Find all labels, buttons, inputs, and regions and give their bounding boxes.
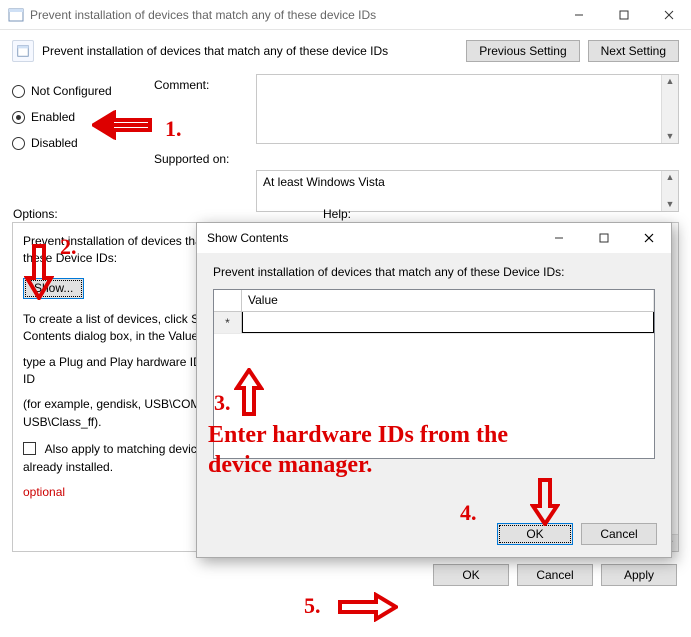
window-maximize-button[interactable] xyxy=(601,0,646,30)
window-title: Prevent installation of devices that mat… xyxy=(30,8,556,22)
comment-label: Comment: xyxy=(154,78,244,104)
show-contents-dialog: Show Contents Prevent installation of de… xyxy=(196,222,672,558)
dialog-title: Show Contents xyxy=(207,231,536,245)
main-cancel-button[interactable]: Cancel xyxy=(517,564,593,586)
dialog-description: Prevent installation of devices that mat… xyxy=(213,265,655,279)
dialog-maximize-button[interactable] xyxy=(581,223,626,253)
supported-scrollbar[interactable]: ▲▼ xyxy=(661,171,678,211)
header-row: Prevent installation of devices that mat… xyxy=(0,30,691,66)
radio-enabled-label: Enabled xyxy=(31,110,75,124)
dialog-titlebar: Show Contents xyxy=(197,223,671,253)
main-apply-button[interactable]: Apply xyxy=(601,564,677,586)
grid-new-row-marker: * xyxy=(214,312,242,333)
dialog-close-button[interactable] xyxy=(626,223,671,253)
main-ok-button[interactable]: OK xyxy=(433,564,509,586)
main-titlebar: Prevent installation of devices that mat… xyxy=(0,0,691,30)
also-apply-checkbox[interactable] xyxy=(23,442,36,455)
dialog-minimize-button[interactable] xyxy=(536,223,581,253)
window-close-button[interactable] xyxy=(646,0,691,30)
window-minimize-button[interactable] xyxy=(556,0,601,30)
comment-textarea[interactable]: ▲▼ xyxy=(256,74,679,144)
radio-enabled[interactable] xyxy=(12,111,25,124)
grid-value-cell[interactable] xyxy=(242,312,654,333)
radio-disabled[interactable] xyxy=(12,137,25,150)
next-setting-button[interactable]: Next Setting xyxy=(588,40,679,62)
options-heading: Options: xyxy=(13,207,58,221)
state-radio-group: Not Configured Enabled Disabled xyxy=(12,72,142,212)
value-grid[interactable]: Value * xyxy=(213,289,655,459)
show-button[interactable]: Show... xyxy=(23,278,84,299)
radio-not-configured[interactable] xyxy=(12,85,25,98)
supported-on-box: At least Windows Vista ▲▼ xyxy=(256,170,679,212)
dialog-ok-button[interactable]: OK xyxy=(497,523,573,545)
annotation-number-5: 5. xyxy=(304,593,321,619)
annotation-arrow-5 xyxy=(338,592,398,622)
previous-setting-button[interactable]: Previous Setting xyxy=(466,40,579,62)
grid-corner xyxy=(214,290,242,311)
supported-on-text: At least Windows Vista xyxy=(257,171,661,211)
help-heading: Help: xyxy=(323,207,351,221)
policy-app-icon xyxy=(8,7,24,23)
grid-new-row[interactable]: * xyxy=(214,312,654,334)
supported-on-label: Supported on: xyxy=(154,152,244,178)
policy-title: Prevent installation of devices that mat… xyxy=(42,44,458,58)
dialog-cancel-button[interactable]: Cancel xyxy=(581,523,657,545)
radio-disabled-label: Disabled xyxy=(31,136,78,150)
comment-scrollbar[interactable]: ▲▼ xyxy=(661,75,678,143)
grid-col-value[interactable]: Value xyxy=(242,290,654,311)
radio-not-configured-label: Not Configured xyxy=(31,84,112,98)
policy-icon xyxy=(12,40,34,62)
